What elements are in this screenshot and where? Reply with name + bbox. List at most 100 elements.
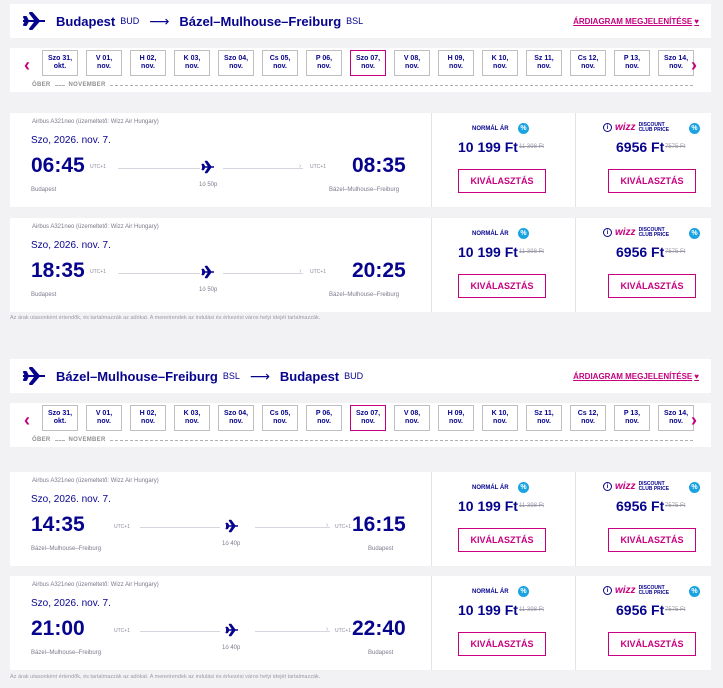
select-normal-button[interactable]: KIVÁLASZTÁS	[458, 169, 546, 193]
date-chip[interactable]: V 01, nov.	[86, 405, 122, 431]
date-chip[interactable]: Cs 12, nov.	[570, 405, 606, 431]
return-route-header: Bázel–Mulhouse–Freiburg BSL ⟶ Budapest B…	[10, 359, 711, 393]
chevron-left-icon[interactable]: ‹	[20, 54, 34, 76]
arrival-time: 22:40	[352, 617, 406, 640]
departure-utc: UTC+1	[90, 164, 106, 170]
club-badge: i wizz DISCOUNT CLUB PRICE	[603, 481, 669, 492]
date-chip[interactable]: P 13, nov.	[614, 50, 650, 76]
date-chip[interactable]: H 09, nov.	[438, 50, 474, 76]
month-next-label: NOVEMBER	[68, 437, 106, 443]
date-chip[interactable]: K 03, nov.	[174, 50, 210, 76]
airplane-icon	[201, 265, 215, 279]
date-chip[interactable]: H 02, nov.	[130, 405, 166, 431]
date-chip[interactable]: P 13, nov.	[614, 405, 650, 431]
date-chip[interactable]: Cs 05, nov.	[262, 405, 298, 431]
price-chart-link[interactable]: ÁRDIAGRAM MEGJELENÍTÉSE ♥	[573, 17, 699, 26]
select-club-button[interactable]: KIVÁLASZTÁS	[608, 274, 696, 298]
date-chip[interactable]: Sz 11, nov.	[526, 405, 562, 431]
month-divider	[54, 439, 65, 441]
date-chip[interactable]: Sz 11, nov.	[526, 50, 562, 76]
club-fare: i wizz DISCOUNT CLUB PRICE % 6956 Ft 7575…	[575, 113, 715, 207]
chevron-right-icon[interactable]: ›	[687, 54, 701, 76]
date-chip-label: Szo 07, nov.	[355, 55, 381, 70]
flight-date: Szo, 2026. nov. 7.	[31, 135, 111, 146]
date-chip-label: K 10, nov.	[491, 55, 509, 70]
airplane-icon	[225, 519, 239, 533]
date-chip[interactable]: V 08, nov.	[394, 405, 430, 431]
price-chart-label: ÁRDIAGRAM MEGJELENÍTÉSE	[573, 371, 693, 381]
select-club-button[interactable]: KIVÁLASZTÁS	[608, 632, 696, 656]
club-price: 6956 Ft	[616, 602, 665, 618]
select-club-button[interactable]: KIVÁLASZTÁS	[608, 169, 696, 193]
date-chip[interactable]: K 10, nov.	[482, 50, 518, 76]
date-chip-label: Cs 05, nov.	[269, 55, 291, 70]
info-icon[interactable]: i	[603, 482, 612, 491]
date-chip[interactable]: H 02, nov.	[130, 50, 166, 76]
date-chip[interactable]: Szo 31, okt.	[42, 50, 78, 76]
club-fare: i wizz DISCOUNT CLUB PRICE % 6956 Ft 7575…	[575, 218, 715, 312]
club-old-price: 7575 Ft	[665, 249, 686, 255]
month-bar: ÓBER NOVEMBER	[32, 435, 697, 445]
date-chip-label: Szo 07, nov.	[355, 410, 381, 425]
price-footnote: Az árak utasonként értendők, és tartalma…	[10, 315, 321, 321]
date-chip-label: Szo 14, nov.	[663, 55, 689, 70]
select-normal-button[interactable]: KIVÁLASZTÁS	[458, 528, 546, 552]
aircraft-info: Airbus A321neo (üzemeltető: Wizz Air Hun…	[32, 224, 159, 230]
normal-price: 10 199 Ft	[458, 498, 518, 514]
month-divider	[54, 84, 65, 86]
price-chart-link[interactable]: ÁRDIAGRAM MEGJELENÍTÉSE ♥	[573, 372, 699, 381]
flight-date: Szo, 2026. nov. 7.	[31, 240, 111, 251]
arrival-utc: UTC+1	[310, 269, 326, 275]
chevron-left-icon[interactable]: ‹	[20, 409, 34, 431]
route-line	[140, 527, 220, 528]
route-end-icon: ›	[326, 522, 329, 529]
destination-code: BSL	[346, 16, 364, 26]
date-chip-label: Sz 11, nov.	[534, 55, 554, 70]
departure-time: 06:45	[31, 154, 85, 177]
date-chip[interactable]: K 03, nov.	[174, 405, 210, 431]
date-chip[interactable]: H 09, nov.	[438, 405, 474, 431]
club-badge-text: DISCOUNT CLUB PRICE	[638, 226, 670, 238]
date-chip[interactable]: P 06, nov.	[306, 405, 342, 431]
club-price: 6956 Ft	[616, 139, 665, 155]
date-chip[interactable]: Szo 04, nov.	[218, 50, 254, 76]
month-prev-label: ÓBER	[32, 437, 51, 443]
arrival-time: 16:15	[352, 513, 406, 536]
normal-fare-label: NORMÁL ÁR	[472, 126, 509, 132]
info-icon[interactable]: i	[603, 228, 612, 237]
date-chip[interactable]: P 06, nov.	[306, 50, 342, 76]
return-date-strip: ‹ Szo 31, okt. V 01, nov. H 02, nov. K 03, nov.…	[10, 403, 711, 447]
club-old-price: 7575 Ft	[665, 503, 686, 509]
date-chip-label: Szo 31, okt.	[47, 55, 73, 70]
chevron-right-icon[interactable]: ›	[687, 409, 701, 431]
percent-icon: %	[518, 482, 529, 493]
date-chip[interactable]: Szo 07, nov.	[350, 405, 386, 431]
club-fare: i wizz DISCOUNT CLUB PRICE % 6956 Ft 7575…	[575, 472, 715, 566]
date-chip[interactable]: V 08, nov.	[394, 50, 430, 76]
airplane-icon	[23, 12, 45, 30]
flight-duration: 1ó 50p	[199, 287, 218, 293]
normal-price: 10 199 Ft	[458, 602, 518, 618]
date-chip-label: K 03, nov.	[183, 410, 201, 425]
date-chip[interactable]: V 01, nov.	[86, 50, 122, 76]
outbound-date-strip: ‹ Szo 31, okt. V 01, nov. H 02, nov. K 03, nov.…	[10, 48, 711, 92]
flight-card: Airbus A321neo (üzemeltető: Wizz Air Hun…	[10, 576, 711, 670]
date-chip[interactable]: Cs 12, nov.	[570, 50, 606, 76]
select-normal-button[interactable]: KIVÁLASZTÁS	[458, 274, 546, 298]
date-chip[interactable]: Cs 05, nov.	[262, 50, 298, 76]
arrival-city: Bázel–Mulhouse–Freiburg	[329, 187, 400, 193]
select-normal-button[interactable]: KIVÁLASZTÁS	[458, 632, 546, 656]
normal-fare: NORMÁL ÁR % 10 199 Ft 11 398 Ft KIVÁLASZ…	[431, 472, 571, 566]
month-line	[109, 84, 693, 86]
airplane-icon	[225, 623, 239, 637]
date-chip[interactable]: Szo 07, nov.	[350, 50, 386, 76]
airplane-icon	[23, 367, 45, 385]
origin-city: Budapest	[56, 13, 116, 29]
month-line	[109, 439, 693, 441]
select-club-button[interactable]: KIVÁLASZTÁS	[608, 528, 696, 552]
date-chip[interactable]: Szo 31, okt.	[42, 405, 78, 431]
info-icon[interactable]: i	[603, 586, 612, 595]
date-chip[interactable]: Szo 04, nov.	[218, 405, 254, 431]
date-chip[interactable]: K 10, nov.	[482, 405, 518, 431]
info-icon[interactable]: i	[603, 123, 612, 132]
